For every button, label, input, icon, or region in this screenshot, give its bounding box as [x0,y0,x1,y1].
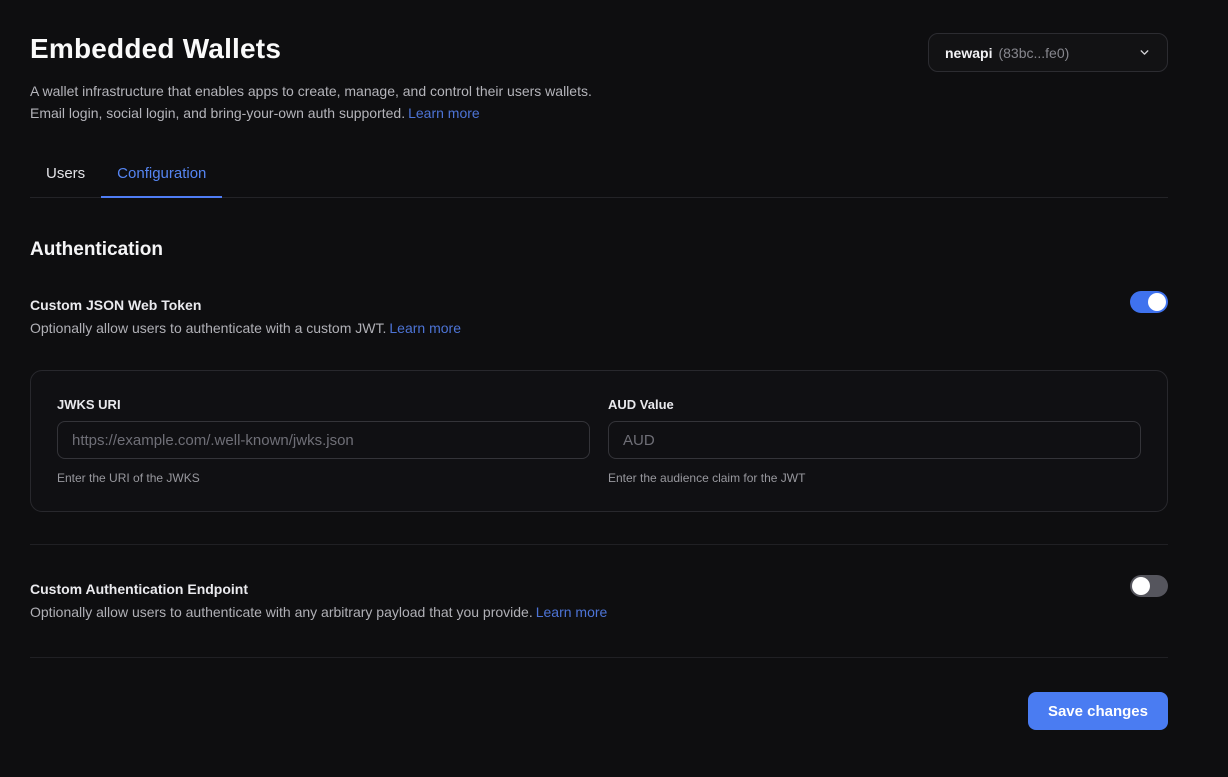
header-learn-more-link[interactable]: Learn more [408,105,480,121]
setting-custom-jwt: Custom JSON Web Token Optionally allow u… [30,297,1168,336]
custom-auth-endpoint-toggle[interactable] [1130,575,1168,597]
tabs-bar: Users Configuration [30,161,1168,198]
aud-value-helper: Enter the audience claim for the JWT [608,471,1141,485]
api-key-selector[interactable]: newapi (83bc...fe0) [928,33,1168,72]
jwt-config-card: JWKS URI Enter the URI of the JWKS AUD V… [30,370,1168,512]
toggle-knob [1148,293,1166,311]
setting-custom-jwt-text: Custom JSON Web Token Optionally allow u… [30,297,461,336]
page-description: A wallet infrastructure that enables app… [30,80,592,124]
api-key-hint: (83bc...fe0) [998,45,1069,61]
setting-description-text: Optionally allow users to authenticate w… [30,604,533,620]
aud-value-input[interactable] [608,421,1141,459]
custom-jwt-learn-more-link[interactable]: Learn more [389,320,461,336]
jwks-uri-helper: Enter the URI of the JWKS [57,471,590,485]
jwks-uri-label: JWKS URI [57,397,590,412]
setting-description: Optionally allow users to authenticate w… [30,604,607,620]
setting-title: Custom Authentication Endpoint [30,581,607,597]
custom-auth-endpoint-learn-more-link[interactable]: Learn more [536,604,608,620]
page-description-text: A wallet infrastructure that enables app… [30,83,592,121]
aud-value-label: AUD Value [608,397,1141,412]
setting-title: Custom JSON Web Token [30,297,461,313]
aud-value-field: AUD Value Enter the audience claim for t… [608,397,1141,485]
setting-custom-auth-endpoint: Custom Authentication Endpoint Optionall… [30,581,1168,620]
jwt-config-grid: JWKS URI Enter the URI of the JWKS AUD V… [57,397,1141,485]
embedded-wallets-page: Embedded Wallets A wallet infrastructure… [0,0,1228,730]
jwks-uri-input[interactable] [57,421,590,459]
divider [30,657,1168,658]
footer-actions: Save changes [30,692,1168,730]
custom-jwt-toggle[interactable] [1130,291,1168,313]
setting-description-text: Optionally allow users to authenticate w… [30,320,386,336]
chevron-down-icon [1138,46,1151,59]
tab-configuration[interactable]: Configuration [101,161,222,198]
section-heading-authentication: Authentication [30,239,1168,261]
api-key-name: newapi [945,45,992,61]
page-title: Embedded Wallets [30,33,592,65]
toggle-knob [1132,577,1150,595]
tab-users[interactable]: Users [30,161,101,198]
setting-custom-auth-endpoint-text: Custom Authentication Endpoint Optionall… [30,581,607,620]
save-changes-button[interactable]: Save changes [1028,692,1168,730]
setting-description: Optionally allow users to authenticate w… [30,320,461,336]
jwks-uri-field: JWKS URI Enter the URI of the JWKS [57,397,590,485]
header-text-block: Embedded Wallets A wallet infrastructure… [30,33,592,124]
divider [30,544,1168,545]
page-header: Embedded Wallets A wallet infrastructure… [30,33,1168,124]
